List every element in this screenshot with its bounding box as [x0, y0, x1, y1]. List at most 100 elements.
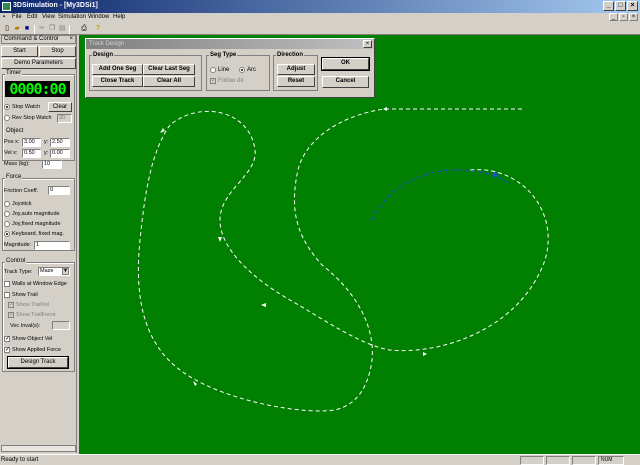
panel-title: Command & Control	[4, 36, 59, 42]
force-group-label: Force	[5, 174, 23, 180]
copy-icon[interactable]: ❐	[48, 25, 56, 33]
show-object-vel-checkbox[interactable]: ✓	[4, 336, 10, 342]
close-track-button[interactable]: Close Track	[92, 76, 143, 87]
show-trail-force-checkbox[interactable]: ✓	[8, 312, 14, 318]
design-track-button[interactable]: Design Track	[7, 356, 69, 369]
chevron-down-icon[interactable]: ▼	[62, 268, 69, 275]
joy-auto-label: Joy,auto magnitude	[12, 211, 60, 217]
demo-parameters-button[interactable]: Demo Parameters	[1, 58, 76, 69]
timer-group-label: Timer	[5, 70, 23, 76]
close-button[interactable]: ×	[627, 1, 638, 11]
dialog-title: Track Design	[89, 41, 125, 47]
follow-dir-checkbox[interactable]: ✓	[210, 78, 216, 84]
friction-field[interactable]: 0	[48, 186, 70, 195]
keyboard-label: Keyboard, fixed mag.	[12, 231, 64, 237]
arc-radio[interactable]	[239, 67, 245, 73]
control-group-label: Control	[5, 258, 27, 264]
menu-help[interactable]: Help	[113, 14, 125, 20]
joystick-radio[interactable]	[4, 201, 10, 207]
window-title: 3DSimulation - [My3DSi1]	[13, 2, 98, 9]
title-bar: 3DSimulation - [My3DSi1] _ □ ×	[0, 0, 640, 13]
pos-y-label: y:	[44, 139, 49, 145]
panel-scrollbar[interactable]	[1, 445, 76, 452]
menu-simulation[interactable]: Simulation	[58, 14, 86, 20]
mass-field[interactable]: 10	[42, 160, 62, 169]
keyboard-radio[interactable]	[4, 231, 10, 237]
track-path	[137, 108, 549, 412]
reset-button[interactable]: Reset	[277, 76, 315, 87]
help-icon[interactable]: ?	[94, 25, 102, 33]
track-type-value: Maze	[40, 268, 54, 274]
menu-file[interactable]: File	[12, 14, 22, 20]
timer-display: 0000:00	[5, 81, 70, 97]
walls-checkbox[interactable]	[4, 281, 10, 287]
status-cell-2	[546, 456, 570, 465]
show-trail-vel-label: Show TrailVel	[16, 302, 50, 308]
track-type-label: Track Type:	[4, 269, 33, 275]
vel-y-field[interactable]: 0.00	[50, 149, 70, 158]
line-radio[interactable]	[210, 67, 216, 73]
seg-type-group-label: Seg Type	[209, 52, 238, 58]
line-label: Line	[218, 67, 230, 73]
minimize-button[interactable]: _	[603, 1, 614, 11]
track-type-select[interactable]: Maze ▼	[38, 267, 70, 276]
magnitude-label: Magnitude:	[4, 242, 32, 248]
vel-y-label: y:	[44, 150, 49, 156]
joy-fixed-radio[interactable]	[4, 221, 10, 227]
direction-group-label: Direction	[276, 52, 305, 58]
save-icon[interactable]: ■	[23, 25, 31, 33]
rev-stop-watch-radio[interactable]	[4, 115, 10, 121]
mdi-restore-button[interactable]: ▫	[619, 13, 628, 21]
pos-y-field[interactable]: 2.50	[50, 138, 70, 147]
adjust-button[interactable]: Adjust	[277, 64, 315, 75]
show-object-vel-label: Show Object Vel	[12, 336, 53, 342]
show-trail-checkbox[interactable]	[4, 292, 10, 298]
clear-last-seg-button[interactable]: Clear Last Seg	[143, 64, 195, 75]
print-icon[interactable]: ⎙	[80, 25, 88, 33]
mdi-minimize-button[interactable]: _	[609, 13, 618, 21]
status-cell-1	[520, 456, 544, 465]
arc-label: Arc	[247, 67, 256, 73]
menu-view[interactable]: View	[42, 14, 55, 20]
maximize-button[interactable]: □	[615, 1, 626, 11]
vel-x-field[interactable]: 0.50	[22, 149, 41, 158]
menu-bar: ▪ File Edit View Simulation Window Help …	[0, 13, 640, 23]
ok-button[interactable]: OK	[321, 57, 370, 71]
stop-button[interactable]: Stop	[39, 46, 76, 57]
show-applied-force-label: Show Applied Force	[12, 347, 61, 353]
show-applied-force-checkbox[interactable]: ✓	[4, 347, 10, 353]
dialog-title-bar: Track Design	[86, 39, 374, 49]
panel-close-icon[interactable]: ×	[69, 36, 73, 43]
rev-stop-watch-label: Rev Stop Watch	[12, 115, 52, 121]
show-trail-force-label: Show TrailForce	[16, 312, 56, 318]
track-direction-arrows	[160, 107, 427, 386]
new-icon[interactable]: ▯	[3, 25, 11, 33]
panel-header: Command & Control ×	[1, 35, 76, 44]
vec-inval-field[interactable]	[52, 321, 70, 330]
magnitude-field[interactable]: 1	[34, 241, 70, 250]
menu-edit[interactable]: Edit	[27, 14, 37, 20]
open-icon[interactable]: ▰	[13, 25, 21, 33]
clear-timer-button[interactable]: Clear	[48, 102, 72, 112]
pos-x-field[interactable]: 3.00	[22, 138, 41, 147]
menu-window[interactable]: Window	[88, 14, 109, 20]
seg-type-group	[206, 55, 270, 91]
mdi-close-button[interactable]: ×	[629, 13, 638, 21]
cancel-button[interactable]: Cancel	[322, 76, 369, 88]
menu-file-icon: ▪	[3, 14, 6, 20]
toolbar: ▯ ▰ ■ ✂ ❐ ▤ ⎙ ?	[0, 23, 640, 35]
dialog-close-icon[interactable]: ×	[363, 40, 372, 48]
stop-watch-radio[interactable]	[4, 104, 10, 110]
add-one-seg-button[interactable]: Add One Seg	[92, 64, 143, 75]
show-trail-vel-checkbox[interactable]: ✓	[8, 302, 14, 308]
status-text: Ready to start	[1, 457, 39, 463]
paste-icon[interactable]: ▤	[58, 25, 66, 33]
joy-fixed-label: Joy,fixed magnitude	[12, 221, 61, 227]
arc-preview-path	[371, 169, 511, 221]
start-button[interactable]: Start	[1, 46, 38, 57]
joy-auto-radio[interactable]	[4, 211, 10, 217]
status-bar: Ready to start NUM	[0, 454, 640, 465]
clear-all-button[interactable]: Clear All	[143, 76, 195, 87]
rev-seconds-field[interactable]: 30	[57, 114, 72, 123]
cut-icon[interactable]: ✂	[38, 25, 46, 33]
